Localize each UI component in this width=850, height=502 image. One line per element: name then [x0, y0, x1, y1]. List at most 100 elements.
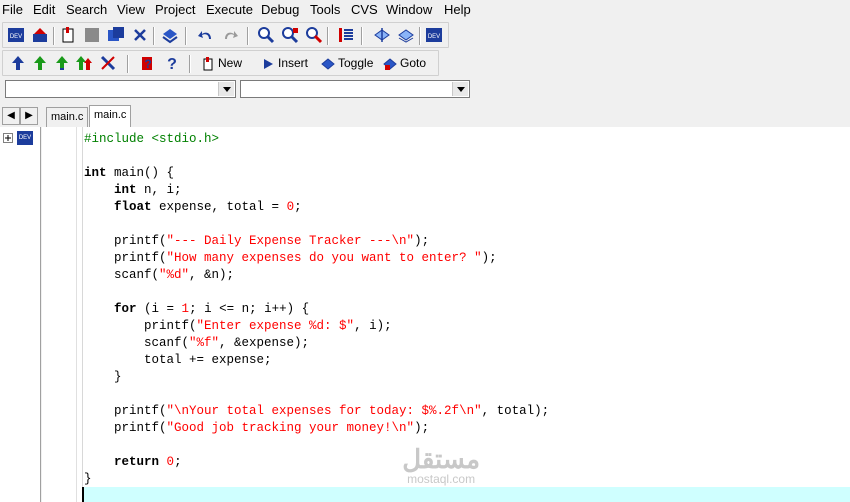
code-token: int	[84, 166, 107, 180]
code-line[interactable]	[84, 386, 549, 403]
line-gutter	[42, 127, 77, 502]
menu-window[interactable]: Window	[386, 2, 432, 17]
dev-info-icon[interactable]: DEV	[425, 26, 443, 44]
menu-help[interactable]: Help	[444, 2, 471, 17]
find-icon[interactable]	[257, 26, 275, 44]
code-line[interactable]	[84, 148, 549, 165]
watermark: مستقل mostaql.com	[402, 445, 480, 485]
code-line[interactable]: int n, i;	[84, 182, 549, 199]
code-line[interactable]: printf("\nYour total expenses for today:…	[84, 403, 549, 420]
goto-label: Goto	[400, 56, 427, 70]
arrow-up-blue-icon[interactable]	[9, 54, 27, 72]
insert-button[interactable]: Insert	[261, 54, 308, 72]
project-tree: DEV	[0, 127, 41, 502]
code-token: "Good job tracking your money!\n"	[166, 421, 415, 435]
new-file-icon[interactable]	[59, 26, 77, 44]
code-token: );	[414, 421, 430, 435]
toolbar-separator	[53, 27, 55, 45]
class-browser-icon[interactable]	[337, 26, 355, 44]
toolbar-separator	[327, 27, 329, 45]
menu-project[interactable]: Project	[155, 2, 195, 17]
code-token: int	[114, 183, 137, 197]
code-line[interactable]: for (i = 1; i <= n; i++) {	[84, 301, 549, 318]
code-content[interactable]: #include <stdio.h> int main() { int n, i…	[84, 131, 549, 488]
menu-debug[interactable]: Debug	[261, 2, 299, 17]
code-token: n, i;	[136, 183, 182, 197]
new-bookmark-button[interactable]: New	[201, 54, 242, 72]
menu-file[interactable]: File	[2, 2, 23, 17]
run-icon[interactable]	[397, 26, 415, 44]
code-token: printf(	[84, 421, 167, 435]
code-line[interactable]: scanf("%f", &expense);	[84, 335, 549, 352]
debug-tools-icon[interactable]	[99, 54, 117, 72]
code-token: total += expense;	[84, 353, 272, 367]
project-node-icon[interactable]: DEV	[17, 131, 33, 145]
menu-cvs[interactable]: CVS	[351, 2, 378, 17]
help-icon[interactable]: ?	[163, 54, 181, 72]
arrow-up-green-icon[interactable]	[31, 54, 49, 72]
code-line[interactable]	[84, 216, 549, 233]
code-line[interactable]: printf("--- Daily Expense Tracker ---\n"…	[84, 233, 549, 250]
new-label: New	[218, 56, 243, 70]
menu-tools[interactable]: Tools	[310, 2, 340, 17]
goto-button[interactable]: Goto	[383, 54, 426, 72]
save-gray-icon[interactable]	[83, 26, 101, 44]
code-line[interactable]: #include <stdio.h>	[84, 131, 549, 148]
tab-main-c-active[interactable]: main.c	[89, 105, 132, 127]
menu-execute[interactable]: Execute	[206, 2, 253, 17]
code-token: }	[84, 370, 122, 384]
code-token: 0	[286, 200, 295, 214]
code-line[interactable]: printf("Good job tracking your money!\n"…	[84, 420, 549, 437]
arrow-up-green-alt-icon[interactable]	[53, 54, 71, 72]
arrow-up-multi-icon[interactable]	[75, 54, 93, 72]
save-all-icon[interactable]	[107, 26, 125, 44]
find-next-icon[interactable]	[305, 26, 323, 44]
close-icon[interactable]	[131, 26, 149, 44]
code-token: printf(	[84, 319, 197, 333]
compile-icon[interactable]	[373, 26, 391, 44]
code-line[interactable]: float expense, total = 0;	[84, 199, 549, 216]
code-line[interactable]: }	[84, 369, 549, 386]
toolbar-secondary-group: ? ? New Insert Toggle Goto	[2, 50, 439, 76]
help-book-icon[interactable]: ?	[139, 54, 157, 72]
watermark-domain: mostaql.com	[407, 472, 476, 486]
replace-icon[interactable]	[281, 26, 299, 44]
code-line[interactable]: scanf("%d", &n);	[84, 267, 549, 284]
code-token: );	[481, 251, 497, 265]
toolbar-main-group: DEV DEV	[2, 22, 449, 48]
expand-icon[interactable]	[3, 133, 13, 143]
dev-project-icon[interactable]: DEV	[7, 26, 25, 44]
code-line[interactable]: printf("Enter expense %d: $", i);	[84, 318, 549, 335]
toggle-label: Toggle	[338, 56, 374, 70]
menu-edit[interactable]: Edit	[33, 2, 55, 17]
menu-search[interactable]: Search	[66, 2, 107, 17]
toolbar-secondary: ? ? New Insert Toggle Goto	[0, 49, 850, 76]
open-project-icon[interactable]	[31, 26, 49, 44]
code-line[interactable]	[84, 284, 549, 301]
chevron-down-icon[interactable]	[218, 82, 234, 96]
code-token: ;	[174, 455, 182, 469]
code-token: "How many expenses do you want to enter?…	[166, 251, 482, 265]
code-line[interactable]: printf("How many expenses do you want to…	[84, 250, 549, 267]
chevron-down-icon[interactable]	[452, 82, 468, 96]
undo-icon[interactable]	[197, 26, 215, 44]
tab-main-c[interactable]: main.c	[46, 107, 89, 127]
tab-scroll-right-icon[interactable]: ▶	[20, 107, 38, 125]
redo-icon[interactable]	[221, 26, 239, 44]
code-token: return	[114, 455, 160, 469]
print-icon[interactable]	[161, 26, 179, 44]
code-token: , &n);	[189, 268, 235, 282]
toggle-button[interactable]: Toggle	[321, 54, 373, 72]
tab-scroll-left-icon[interactable]: ◀	[2, 107, 20, 125]
class-combo[interactable]	[5, 80, 236, 98]
code-token: printf(	[84, 234, 167, 248]
fold-margin	[78, 127, 83, 502]
code-line[interactable]: int main() {	[84, 165, 549, 182]
member-combo[interactable]	[240, 80, 470, 98]
code-line[interactable]: total += expense;	[84, 352, 549, 369]
menu-view[interactable]: View	[117, 2, 145, 17]
code-token: , i);	[354, 319, 392, 333]
code-token: printf(	[84, 404, 167, 418]
